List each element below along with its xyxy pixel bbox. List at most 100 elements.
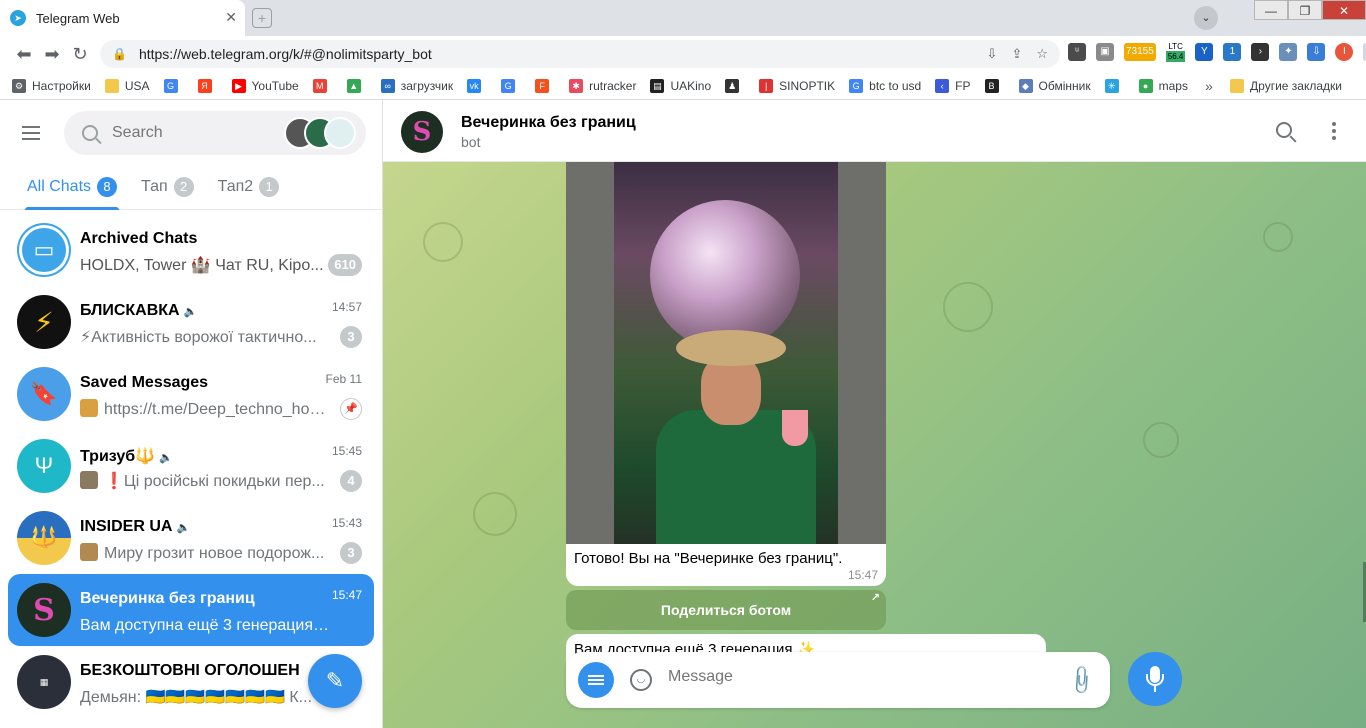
- chat-item-saved-messages[interactable]: 🔖 Saved Messages Feb 11 https://t.me/Dee…: [8, 358, 374, 430]
- bag-extension-icon[interactable]: ▣: [1096, 43, 1114, 61]
- new-tab-button[interactable]: +: [252, 8, 272, 28]
- other-bookmarks[interactable]: Другие закладки: [1230, 78, 1342, 93]
- bookmarks-overflow-icon[interactable]: »: [1205, 78, 1213, 94]
- folder-label: Тап2: [217, 178, 254, 195]
- chat-header-avatar[interactable]: S: [401, 111, 443, 153]
- bot-menu-button[interactable]: [578, 662, 614, 698]
- stories-avatars[interactable]: [284, 117, 356, 149]
- bookmark-maps[interactable]: ● maps: [1138, 78, 1188, 93]
- bookmark-drive[interactable]: ▲: [346, 78, 367, 93]
- tab-all-chats[interactable]: All Chats 8: [24, 164, 120, 210]
- maximize-window-button[interactable]: ❐: [1288, 0, 1322, 20]
- ltc-extension-icon[interactable]: LTC 56.4: [1165, 42, 1186, 62]
- pin-icon: 📌: [340, 398, 362, 420]
- address-bar[interactable]: 🔒 https://web.telegram.org/k/#@nolimitsp…: [100, 40, 1060, 68]
- tab-tap[interactable]: Тап 2: [141, 164, 194, 210]
- party-photo[interactable]: [566, 162, 886, 544]
- install-app-icon[interactable]: ⇩: [987, 46, 998, 62]
- chat-preview: HOLDX, Tower 🏰 Чат RU, Kiро...: [80, 257, 324, 274]
- bookmark-settings[interactable]: ⚙ Настройки: [12, 78, 91, 93]
- chat-item-bliskavka[interactable]: ⚡ БЛИСКАВКА 🔈 14:57 ⚡Активність ворожої т…: [8, 286, 374, 358]
- reload-icon[interactable]: ↻: [66, 44, 94, 65]
- bookmark-fp[interactable]: ‹ FP: [935, 78, 971, 93]
- fp-icon: ‹: [935, 78, 950, 93]
- bookmark-star[interactable]: ✳: [1104, 78, 1125, 93]
- close-window-button[interactable]: ✕: [1322, 0, 1366, 20]
- bookmark-youtube[interactable]: ▶ YouTube: [231, 78, 299, 93]
- bookmark-figure[interactable]: ♟: [725, 78, 745, 93]
- bookmark-uakino[interactable]: ▤ UAKino: [650, 78, 711, 93]
- browser-tab-telegram[interactable]: ➤ Telegram Web ✕: [0, 0, 245, 36]
- profile-avatar[interactable]: I: [1335, 43, 1354, 61]
- chat-search-icon[interactable]: [1276, 122, 1292, 138]
- minimize-window-button[interactable]: —: [1254, 0, 1288, 20]
- terminal-extension-icon[interactable]: ›: [1251, 43, 1270, 61]
- chat-title-text: Тризуб🔱: [80, 448, 156, 465]
- bookmark-label: btc to usd: [869, 78, 922, 93]
- search-icon: [82, 125, 98, 141]
- bookmark-downloader[interactable]: ∞ загрузчик: [380, 78, 453, 93]
- window-controls: — ❐ ✕: [1254, 0, 1366, 20]
- forward-arrow-icon[interactable]: ➡: [38, 44, 66, 65]
- hamburger-menu-icon[interactable]: [22, 122, 50, 146]
- download-icon[interactable]: ⇩: [1307, 43, 1326, 61]
- figure-icon: ♟: [725, 78, 740, 93]
- bookmark-label: Настройки: [32, 78, 91, 93]
- more-options-icon[interactable]: [1332, 122, 1336, 143]
- tab-tap2[interactable]: Тап2 1: [218, 164, 280, 210]
- chat-preview: ⚡Активність ворожої тактично...: [80, 329, 317, 346]
- share-icon[interactable]: ⇪: [1011, 46, 1022, 62]
- bookmark-gmail[interactable]: M: [312, 78, 333, 93]
- ltc-label: LTC: [1168, 42, 1183, 51]
- search-box[interactable]: [64, 111, 366, 155]
- chat-header-title[interactable]: Вечеринка без границ: [461, 114, 636, 132]
- microphone-icon-stem: [1154, 686, 1156, 692]
- puzzle-extensions-icon[interactable]: ✦: [1279, 43, 1298, 61]
- bookmark-bc[interactable]: B: [984, 78, 1005, 93]
- gmail-icon: M: [312, 78, 327, 93]
- bookmark-f[interactable]: F: [535, 78, 555, 93]
- message-input[interactable]: [668, 668, 1048, 686]
- bookmark-translate[interactable]: G: [501, 78, 521, 93]
- tab-search-dropdown-icon[interactable]: ⌄: [1194, 6, 1218, 30]
- attach-paperclip-icon[interactable]: 📎: [1064, 663, 1099, 698]
- bookmark-btc-to-usd[interactable]: Gbtc to usd: [849, 78, 922, 93]
- lock-icon: 🔒: [112, 47, 127, 61]
- media-message[interactable]: Готово! Вы на "Вечеринке без границ". 15…: [566, 162, 886, 586]
- bookmark-google[interactable]: G: [163, 78, 184, 93]
- bookmark-sinoptik[interactable]: | SINOPTIK: [759, 78, 835, 93]
- bookmark-star-icon[interactable]: ☆: [1036, 46, 1048, 62]
- unread-badge: 610: [328, 254, 362, 276]
- bookmark-exchanger[interactable]: ◆ Обмінник: [1018, 78, 1091, 93]
- preview-thumbnail: [80, 399, 98, 417]
- bookmark-rutracker[interactable]: ✱ rutracker: [569, 78, 636, 93]
- chat-preview: https://t.me/Deep_techno_hou...: [80, 399, 330, 419]
- chat-item-insider-ua[interactable]: 🔱 INSIDER UA 🔈 15:43 Миру грозит новое по…: [8, 502, 374, 574]
- ublock-extension-icon[interactable]: ᵘ: [1068, 43, 1086, 61]
- chat-item-archived[interactable]: ▭ Archived Chats HOLDX, Tower 🏰 Чат RU, …: [8, 214, 374, 286]
- bookmark-vk[interactable]: vk: [467, 78, 487, 93]
- btc-extension-icon[interactable]: 73155: [1124, 43, 1156, 61]
- chat-preview: Демьян: 🇺🇦🇺🇦🇺🇦🇺🇦🇺🇦🇺🇦🇺🇦 К...: [80, 689, 313, 706]
- tab-close-icon[interactable]: ✕: [225, 9, 237, 26]
- chat-title: Тризуб🔱 🔈: [80, 446, 173, 466]
- share-bot-button[interactable]: Поделиться ботом ↗: [566, 590, 886, 630]
- bookmark-yandex[interactable]: Я: [197, 78, 218, 93]
- bookmark-usa[interactable]: USA: [104, 78, 150, 93]
- chat-item-party-bot[interactable]: S Вечеринка без границ 15:47 Вам доступн…: [8, 574, 374, 646]
- y-extension-icon[interactable]: Y: [1195, 43, 1214, 61]
- compose-pencil-button[interactable]: ✎: [308, 654, 362, 708]
- telegram-favicon-icon: ➤: [10, 10, 26, 26]
- voice-record-button[interactable]: [1128, 652, 1182, 706]
- emoji-icon[interactable]: ◡: [630, 669, 652, 691]
- chat-title-text: INSIDER UA: [80, 518, 173, 535]
- back-arrow-icon[interactable]: ⬅: [10, 44, 38, 65]
- story-avatar[interactable]: [324, 117, 356, 149]
- browser-tab-strip: ➤ Telegram Web ✕ + ⌄ — ❐ ✕: [0, 0, 1366, 36]
- badge-extension-icon[interactable]: 1: [1223, 43, 1242, 61]
- search-input[interactable]: [112, 124, 282, 142]
- chat-item-tryzub[interactable]: Ψ Тризуб🔱 🔈 15:45 ❗Ці російські покидьки …: [8, 430, 374, 502]
- bookmark-label: FP: [955, 78, 971, 93]
- map-pin-icon: ●: [1138, 78, 1153, 93]
- ltc-value: 56.4: [1165, 51, 1186, 62]
